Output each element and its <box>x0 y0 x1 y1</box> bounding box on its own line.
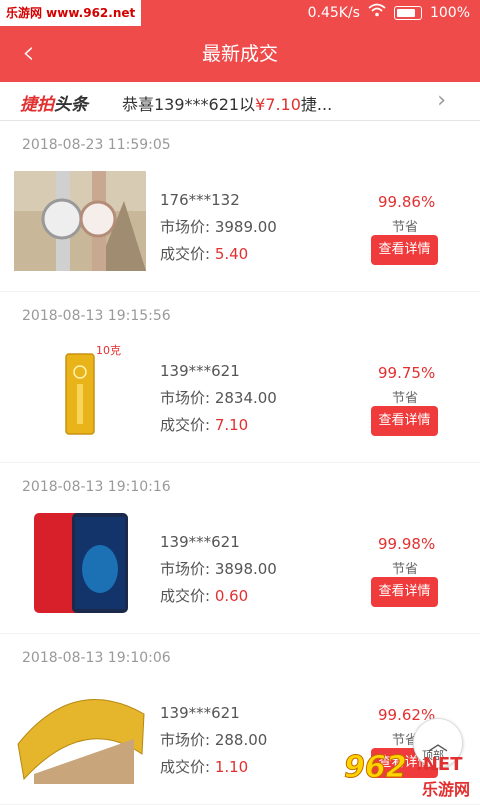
list-item[interactable]: 2018-08-13 19:10:16 139***621 市场价: 3898.… <box>0 463 480 633</box>
ticker-brand: 捷拍头条 <box>20 95 88 115</box>
list-item[interactable]: 2018-08-13 19:15:56 10克 139***621 市场价: 2… <box>0 292 480 462</box>
market-price: 市场价: 3989.00 <box>160 218 277 236</box>
savings-label: 节省 <box>392 562 419 577</box>
ticker-message: 恭喜139***621以¥7.10捷... <box>122 95 333 114</box>
app-header: ‹ 最新成交 <box>0 26 480 82</box>
wifi-icon <box>368 0 386 26</box>
view-details-button[interactable]: 查看详情 <box>371 235 438 265</box>
view-details-button[interactable]: 查看详情 <box>371 577 438 607</box>
buyer-id: 139***621 <box>160 704 240 722</box>
savings-label: 节省 <box>392 391 419 406</box>
battery-icon <box>393 6 422 20</box>
battery-percent: 100% <box>429 5 470 21</box>
market-price: 市场价: 2834.00 <box>160 389 277 407</box>
deal-list: 2018-08-23 11:59:05 176***132 市场价: 3989.… <box>0 121 480 805</box>
site-logo-watermark: 962 .NET 乐游网 <box>344 750 471 800</box>
market-price: 市场价: 3898.00 <box>160 560 277 578</box>
savings-percent: 99.86% <box>378 193 436 211</box>
deal-date: 2018-08-13 19:10:16 <box>22 479 171 495</box>
savings-label: 节省 <box>392 220 419 235</box>
savings-percent: 99.75% <box>378 364 436 382</box>
page-title: 最新成交 <box>201 43 278 65</box>
playing-cards-image <box>14 684 146 784</box>
network-speed: 0.45K/s <box>307 5 360 21</box>
buyer-id: 139***621 <box>160 533 240 551</box>
watch-image <box>14 171 146 271</box>
deal-date: 2018-08-13 19:10:06 <box>22 650 171 666</box>
deal-price: 成交价: 7.10 <box>160 416 249 434</box>
buyer-id: 176***132 <box>160 191 240 209</box>
deal-price: 成交价: 5.40 <box>160 245 249 263</box>
deal-date: 2018-08-13 19:15:56 <box>22 308 171 324</box>
chevron-right-icon[interactable]: › <box>437 88 446 113</box>
buyer-id: 139***621 <box>160 362 240 380</box>
market-price: 市场价: 288.00 <box>160 731 268 749</box>
deal-price: 成交价: 1.10 <box>160 758 249 776</box>
phone-image <box>14 513 146 613</box>
site-watermark: 乐游网 www.962.net <box>0 0 142 26</box>
deal-price: 成交价: 0.60 <box>160 587 249 605</box>
deal-date: 2018-08-23 11:59:05 <box>22 137 171 153</box>
list-item[interactable]: 2018-08-23 11:59:05 176***132 市场价: 3989.… <box>0 121 480 291</box>
weight-tag: 10克 <box>96 344 121 357</box>
status-bar: 乐游网 www.962.net 0.45K/s 100% <box>0 0 480 26</box>
savings-percent: 99.98% <box>378 535 436 553</box>
news-ticker[interactable]: 捷拍头条 恭喜139***621以¥7.10捷... › <box>0 82 480 121</box>
gold-bar-image: 10克 <box>14 342 146 442</box>
view-details-button[interactable]: 查看详情 <box>371 406 438 436</box>
